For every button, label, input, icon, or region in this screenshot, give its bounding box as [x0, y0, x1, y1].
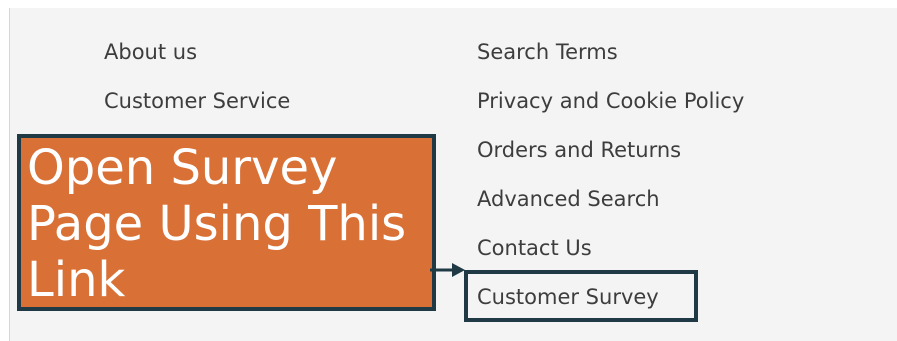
- advanced-search-link[interactable]: Advanced Search: [477, 187, 660, 211]
- annotation-callout: Open Survey Page Using This Link: [17, 134, 436, 311]
- footer-item-about-us: About us: [104, 36, 290, 85]
- contact-us-link[interactable]: Contact Us: [477, 236, 592, 260]
- footer-item-customer-service: Customer Service: [104, 85, 290, 134]
- search-terms-link[interactable]: Search Terms: [477, 40, 618, 64]
- callout-line-2: Page Using This: [27, 196, 407, 252]
- about-us-link[interactable]: About us: [104, 40, 197, 64]
- footer-item-advanced-search: Advanced Search: [477, 183, 744, 232]
- footer-item-orders-returns: Orders and Returns: [477, 134, 744, 183]
- footer-links-left: About us Customer Service: [104, 36, 290, 134]
- callout-line-1: Open Survey: [27, 140, 338, 196]
- footer-item-privacy-policy: Privacy and Cookie Policy: [477, 85, 744, 134]
- footer-item-search-terms: Search Terms: [477, 36, 744, 85]
- arrow-right-icon: [430, 263, 465, 277]
- annotation-highlight-box: [464, 270, 698, 322]
- callout-line-3: Link: [27, 252, 126, 308]
- customer-service-link[interactable]: Customer Service: [104, 89, 290, 113]
- orders-returns-link[interactable]: Orders and Returns: [477, 138, 681, 162]
- privacy-cookie-policy-link[interactable]: Privacy and Cookie Policy: [477, 89, 744, 113]
